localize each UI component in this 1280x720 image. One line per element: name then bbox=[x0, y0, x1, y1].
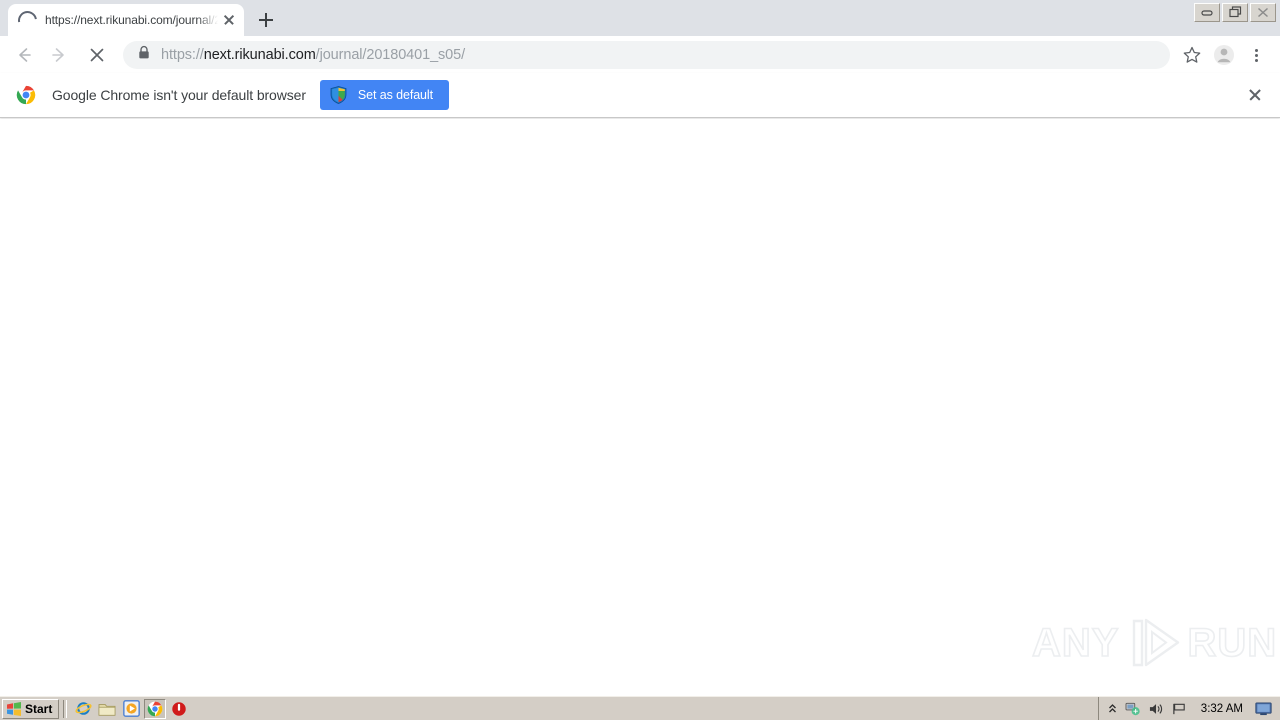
browser-toolbar: https://next.rikunabi.com/journal/201804… bbox=[0, 36, 1280, 73]
taskbar: Start 3:32 AM bbox=[0, 696, 1280, 720]
bookmark-star-button[interactable] bbox=[1178, 41, 1206, 69]
set-as-default-button[interactable]: Set as default bbox=[319, 80, 449, 110]
close-button[interactable] bbox=[1250, 2, 1276, 22]
back-button[interactable] bbox=[9, 41, 37, 69]
lock-icon bbox=[137, 45, 151, 65]
new-tab-button[interactable] bbox=[252, 6, 280, 34]
display-icon[interactable] bbox=[1255, 702, 1272, 716]
volume-icon[interactable] bbox=[1149, 702, 1164, 716]
menu-dot bbox=[1255, 58, 1258, 62]
address-bar[interactable]: https://next.rikunabi.com/journal/201804… bbox=[123, 40, 1170, 69]
quicklaunch-separator bbox=[63, 699, 68, 718]
forward-button[interactable] bbox=[46, 41, 74, 69]
flag-icon[interactable] bbox=[1172, 702, 1187, 716]
record-icon[interactable] bbox=[168, 699, 190, 719]
file-explorer-icon[interactable] bbox=[96, 699, 118, 719]
quick-launch-bar bbox=[71, 698, 191, 719]
star-icon bbox=[1183, 46, 1201, 63]
show-hidden-icons-button[interactable] bbox=[1108, 703, 1117, 715]
tab-title: https://next.rikunabi.com/journal/20 bbox=[45, 13, 218, 27]
close-icon bbox=[1258, 7, 1268, 17]
clock-time[interactable]: 3:32 AM bbox=[1201, 703, 1243, 715]
chrome-icon[interactable] bbox=[144, 698, 167, 719]
stop-x-icon bbox=[90, 48, 104, 61]
minimize-button[interactable] bbox=[1194, 2, 1220, 22]
watermark-left-text: ANY bbox=[1031, 621, 1120, 665]
network-icon[interactable] bbox=[1125, 702, 1141, 716]
media-player-icon[interactable] bbox=[120, 699, 142, 719]
anyrun-watermark: ANY RUN bbox=[1031, 612, 1277, 674]
forward-arrow-icon bbox=[52, 47, 64, 62]
chrome-logo-icon bbox=[16, 85, 36, 105]
shield-icon bbox=[330, 86, 347, 104]
start-label: Start bbox=[25, 701, 53, 716]
stop-button[interactable] bbox=[83, 41, 111, 69]
browser-window: https://next.rikunabi.com/journal/20 htt… bbox=[0, 0, 1280, 720]
restore-button[interactable] bbox=[1222, 2, 1248, 22]
url-text: https://next.rikunabi.com/journal/201804… bbox=[161, 47, 465, 63]
infobar-close-icon[interactable] bbox=[1244, 84, 1266, 106]
minimize-icon bbox=[1201, 10, 1213, 16]
watermark-right-text: RUN bbox=[1187, 621, 1278, 665]
menu-dot bbox=[1255, 53, 1258, 57]
page-content bbox=[0, 119, 1280, 695]
profile-avatar-button[interactable] bbox=[1210, 41, 1238, 69]
set-as-default-label: Set as default bbox=[357, 88, 433, 102]
avatar-icon bbox=[1214, 44, 1234, 65]
window-controls bbox=[1192, 2, 1276, 22]
default-browser-infobar: Google Chrome isn't your default browser… bbox=[0, 73, 1280, 118]
tab-strip: https://next.rikunabi.com/journal/20 bbox=[0, 0, 1280, 36]
infobar-message: Google Chrome isn't your default browser bbox=[52, 87, 306, 103]
loading-spinner-icon bbox=[14, 6, 41, 34]
url-path: /journal/20180401_s05/ bbox=[315, 46, 466, 63]
restore-icon bbox=[1228, 6, 1241, 18]
system-tray: 3:32 AM bbox=[1097, 697, 1280, 720]
tab-close-icon[interactable] bbox=[220, 11, 238, 29]
menu-dot bbox=[1255, 48, 1258, 52]
windows-logo-icon bbox=[7, 701, 21, 716]
url-scheme: https:// bbox=[161, 46, 204, 63]
anyrun-play-logo-icon bbox=[1122, 615, 1184, 671]
url-host: next.rikunabi.com bbox=[203, 46, 316, 63]
internet-explorer-icon[interactable] bbox=[72, 699, 94, 719]
back-arrow-icon bbox=[19, 47, 31, 62]
start-button[interactable]: Start bbox=[2, 698, 60, 719]
browser-tab[interactable]: https://next.rikunabi.com/journal/20 bbox=[8, 4, 244, 36]
chrome-menu-button[interactable] bbox=[1242, 41, 1270, 69]
